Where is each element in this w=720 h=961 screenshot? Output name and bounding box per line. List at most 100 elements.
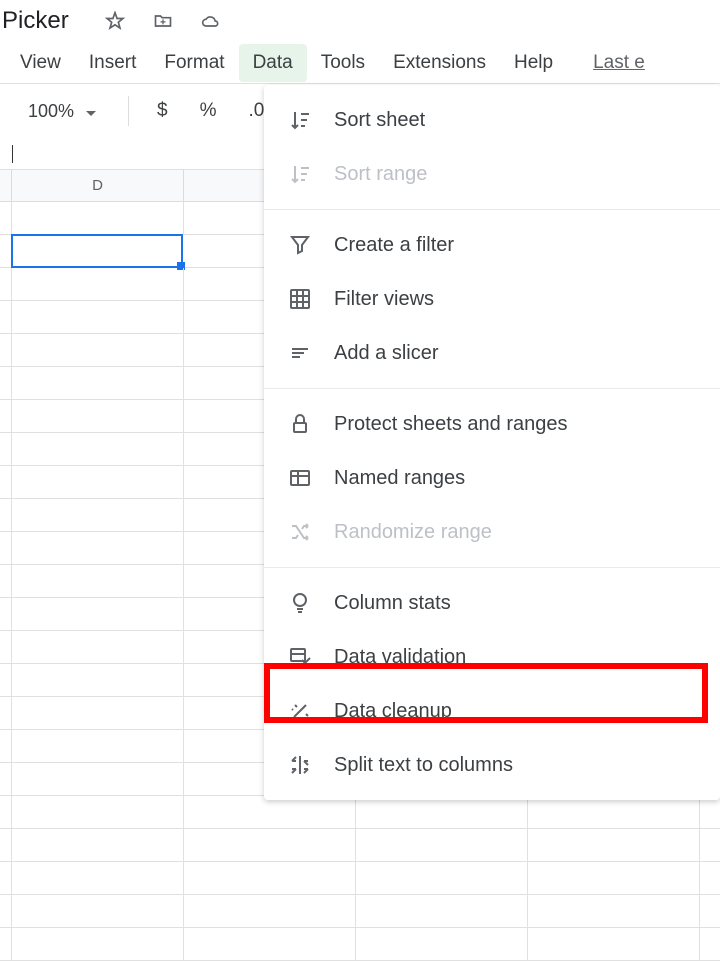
cell[interactable] (184, 895, 356, 927)
filter-icon (288, 233, 312, 257)
select-all-corner[interactable] (0, 170, 12, 201)
menu-view[interactable]: View (6, 44, 75, 82)
doc-title[interactable]: e Picker (0, 7, 69, 35)
cell[interactable] (12, 697, 184, 729)
cell[interactable] (356, 862, 528, 894)
menu-divider (264, 388, 720, 389)
menu-label: Sort sheet (334, 109, 425, 132)
menu-named-ranges[interactable]: Named ranges (264, 451, 720, 505)
menu-label: Data cleanup (334, 700, 452, 723)
zoom-control[interactable]: 100% (8, 101, 116, 122)
title-bar: e Picker (0, 0, 720, 42)
cell[interactable] (12, 763, 184, 795)
magic-wand-icon (288, 699, 312, 723)
move-folder-icon[interactable] (153, 11, 173, 31)
cell[interactable] (12, 202, 184, 234)
currency-button[interactable]: $ (141, 100, 184, 122)
zoom-value: 100% (28, 101, 74, 122)
menu-last-edit[interactable]: Last e (579, 44, 659, 82)
cell[interactable] (12, 565, 184, 597)
cell[interactable] (12, 532, 184, 564)
shuffle-icon (288, 520, 312, 544)
menu-create-filter[interactable]: Create a filter (264, 218, 720, 272)
menu-label: Create a filter (334, 234, 454, 257)
menu-split-text[interactable]: Split text to columns (264, 738, 720, 792)
cell[interactable] (12, 301, 184, 333)
menu-label: Add a slicer (334, 342, 439, 365)
cell[interactable] (184, 829, 356, 861)
column-header-d[interactable]: D (12, 170, 184, 201)
menu-format[interactable]: Format (150, 44, 238, 82)
chevron-down-icon (86, 101, 96, 122)
cell[interactable] (356, 928, 528, 960)
menu-add-slicer[interactable]: Add a slicer (264, 326, 720, 380)
menu-randomize: Randomize range (264, 505, 720, 559)
cell[interactable] (12, 433, 184, 465)
named-ranges-icon (288, 466, 312, 490)
cell[interactable] (12, 499, 184, 531)
cell[interactable] (12, 895, 184, 927)
cell[interactable] (12, 796, 184, 828)
cell[interactable] (12, 367, 184, 399)
menu-help[interactable]: Help (500, 44, 567, 82)
cell[interactable] (12, 829, 184, 861)
menu-label: Filter views (334, 288, 434, 311)
percent-button[interactable]: % (184, 100, 233, 122)
lock-icon (288, 412, 312, 436)
selected-cell[interactable] (11, 234, 183, 268)
cell[interactable] (12, 334, 184, 366)
menu-label: Randomize range (334, 521, 492, 544)
slicer-icon (288, 341, 312, 365)
menu-label: Data validation (334, 646, 466, 669)
menu-protect[interactable]: Protect sheets and ranges (264, 397, 720, 451)
menu-sort-sheet[interactable]: Sort sheet (264, 93, 720, 147)
star-icon[interactable] (105, 11, 125, 31)
cell[interactable] (184, 928, 356, 960)
split-icon (288, 753, 312, 777)
cell[interactable] (12, 664, 184, 696)
cell[interactable] (12, 400, 184, 432)
menu-label: Sort range (334, 163, 427, 186)
lightbulb-icon (288, 591, 312, 615)
menu-filter-views[interactable]: Filter views (264, 272, 720, 326)
cell[interactable] (528, 862, 700, 894)
cursor (12, 145, 13, 163)
menu-column-stats[interactable]: Column stats (264, 576, 720, 630)
data-menu-dropdown: Sort sheet Sort range Create a filter Fi… (264, 85, 720, 800)
cell[interactable] (528, 796, 700, 828)
sort-sheet-icon (288, 108, 312, 132)
menu-data[interactable]: Data (239, 44, 307, 82)
menu-label: Named ranges (334, 467, 465, 490)
menu-bar: View Insert Format Data Tools Extensions… (0, 42, 720, 84)
validation-icon (288, 645, 312, 669)
menu-label: Protect sheets and ranges (334, 413, 567, 436)
cell[interactable] (356, 829, 528, 861)
menu-label: Split text to columns (334, 754, 513, 777)
menu-divider (264, 209, 720, 210)
cell[interactable] (528, 928, 700, 960)
menu-extensions[interactable]: Extensions (379, 44, 500, 82)
cell[interactable] (12, 268, 184, 300)
menu-data-cleanup[interactable]: Data cleanup (264, 684, 720, 738)
cell[interactable] (12, 928, 184, 960)
filter-views-icon (288, 287, 312, 311)
cell[interactable] (528, 895, 700, 927)
cell[interactable] (12, 631, 184, 663)
cell[interactable] (12, 730, 184, 762)
cloud-icon[interactable] (201, 11, 221, 31)
menu-divider (264, 567, 720, 568)
cell[interactable] (12, 466, 184, 498)
menu-tools[interactable]: Tools (307, 44, 379, 82)
cell[interactable] (356, 796, 528, 828)
cell[interactable] (528, 829, 700, 861)
sort-range-icon (288, 162, 312, 186)
cell[interactable] (184, 796, 356, 828)
cell[interactable] (184, 862, 356, 894)
toolbar-divider (128, 96, 129, 126)
cell[interactable] (12, 862, 184, 894)
menu-data-validation[interactable]: Data validation (264, 630, 720, 684)
menu-insert[interactable]: Insert (75, 44, 151, 82)
cell[interactable] (356, 895, 528, 927)
cell[interactable] (12, 598, 184, 630)
menu-label: Column stats (334, 592, 451, 615)
